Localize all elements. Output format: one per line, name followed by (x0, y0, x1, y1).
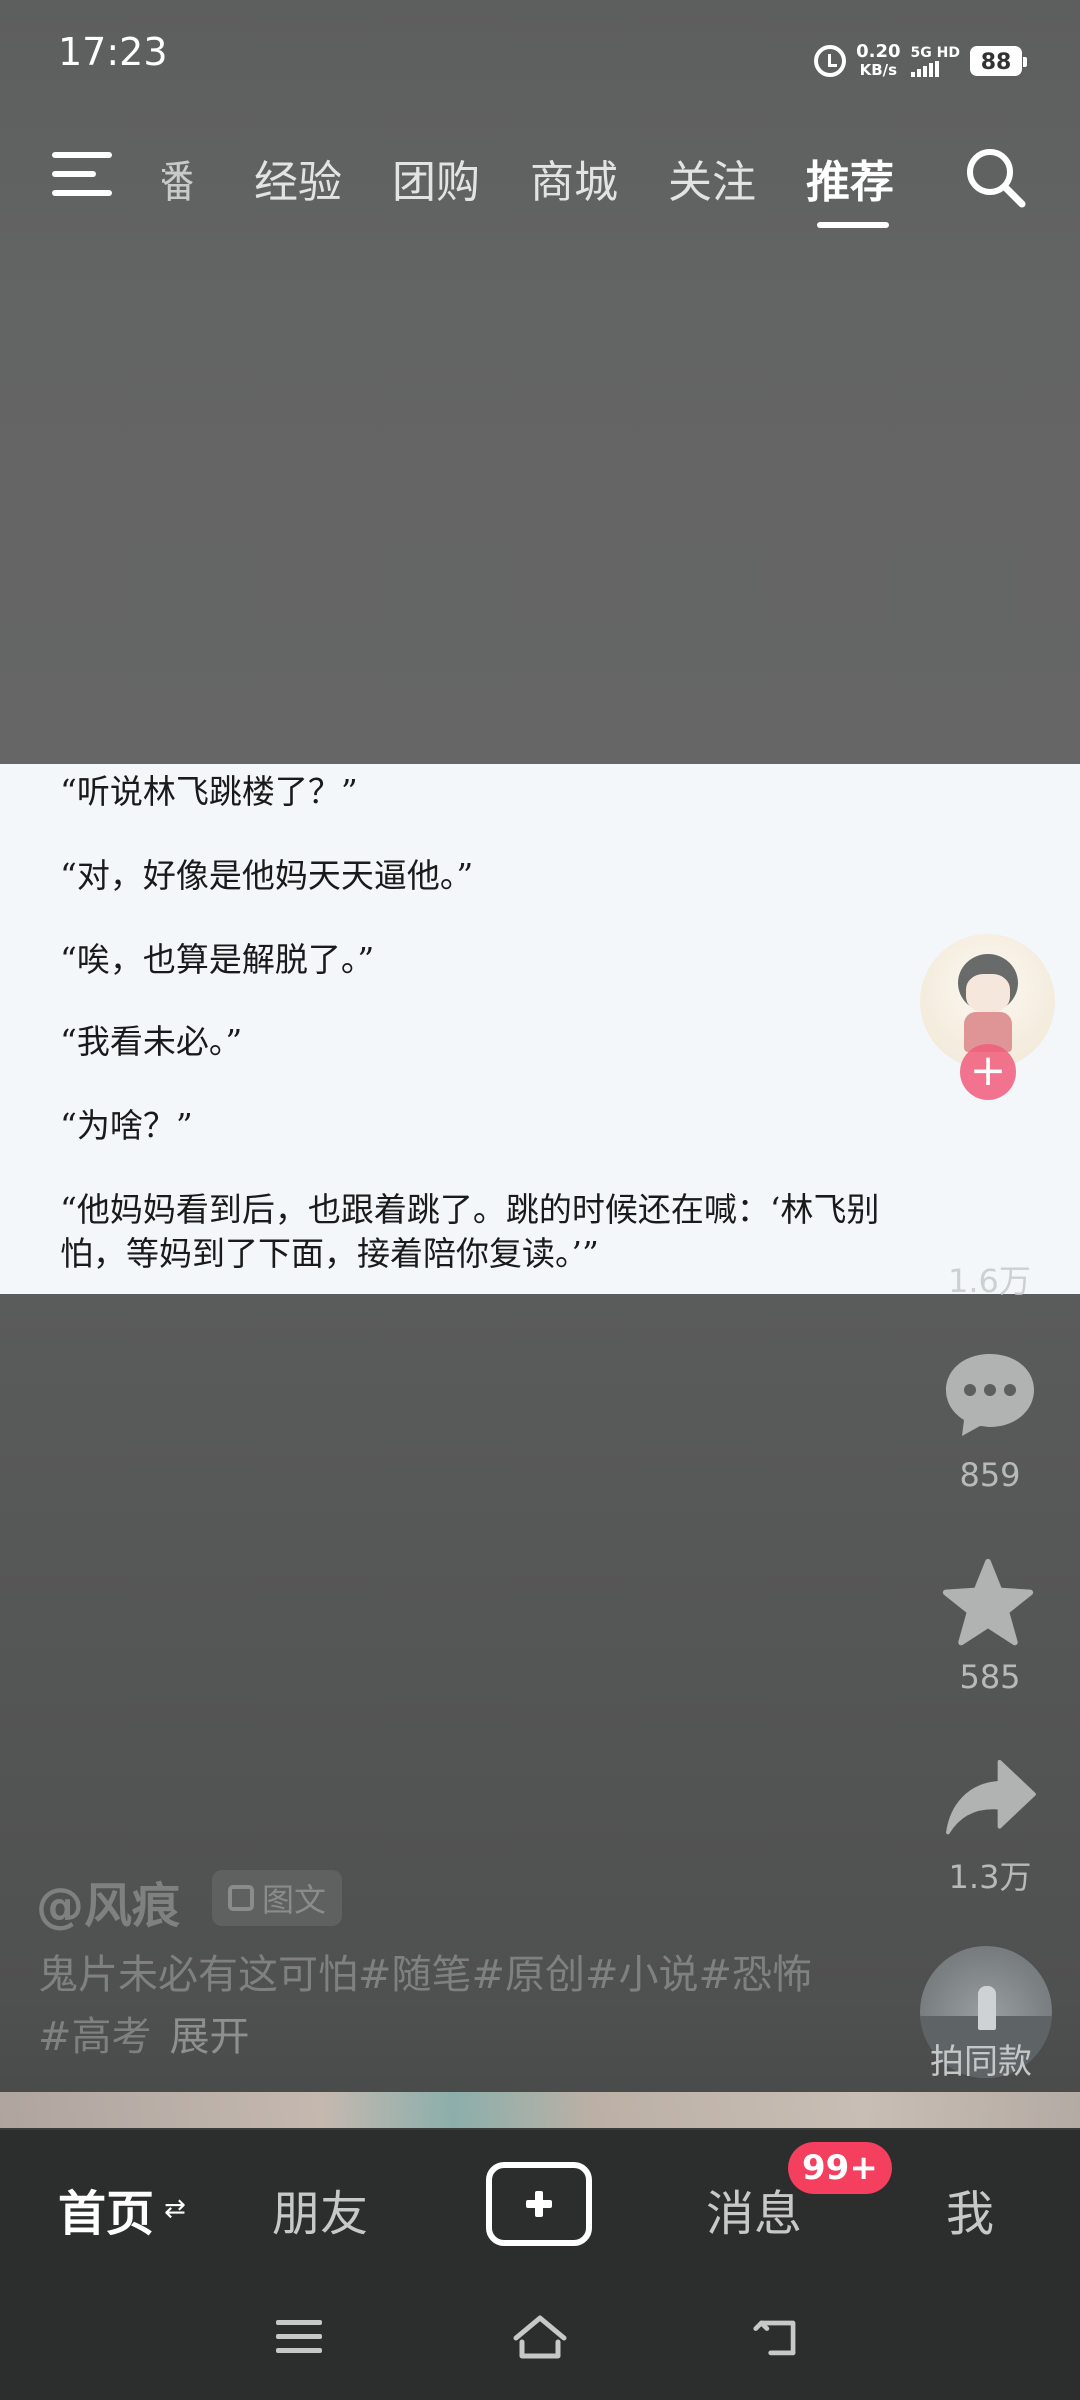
like-count: 1.6万 (948, 1262, 1031, 1300)
comment-count: 859 (959, 1456, 1021, 1494)
tab-recommend[interactable]: 推荐 (806, 146, 894, 210)
next-post-preview (0, 2092, 1080, 2128)
share-icon[interactable] (938, 1756, 1042, 1842)
home-icon[interactable] (510, 2312, 570, 2362)
network-speed: 0.20 KB/s (856, 42, 900, 80)
text-line: “唉，也算是解脱了。” (60, 940, 375, 979)
text-line: 怕，等妈到了下面，接着陪你复读。’” (60, 1234, 599, 1273)
signal-bars-icon (910, 61, 960, 77)
tab-following[interactable]: 关注 (668, 146, 756, 210)
text-line: “他妈妈看到后，也跟着跳了。跳的时候还在喊：‘林飞别 (60, 1190, 880, 1229)
switch-arrows-icon[interactable]: ⇄ (164, 2194, 186, 2224)
tab-me[interactable]: 我 (946, 2174, 994, 2244)
network-type: 5G HD (910, 45, 960, 61)
status-bar: 17:23 0.20 KB/s 5G HD 88 (0, 0, 1080, 120)
comment-icon[interactable] (940, 1350, 1040, 1440)
tab-friends[interactable]: 朋友 (272, 2174, 368, 2244)
caption-text: 鬼片未必有这可怕#随笔#原创#小说#恐怖#高考 (38, 1952, 813, 2060)
author-avatar-group[interactable]: + (920, 934, 1055, 1100)
share-count: 1.3万 (948, 1858, 1032, 1896)
image-text-icon (228, 1885, 254, 1911)
tab-live[interactable]: 播 (162, 146, 194, 210)
search-icon[interactable] (962, 144, 1028, 210)
text-line: “对，好像是他妈天天逼他。” (60, 856, 474, 895)
back-icon[interactable] (752, 2312, 808, 2362)
tab-mall[interactable]: 商城 (530, 146, 618, 210)
tab-messages[interactable]: 消息 (706, 2174, 802, 2244)
follow-button[interactable]: + (960, 1044, 1016, 1100)
system-nav-bar (0, 2272, 1080, 2400)
net-speed-value: 0.20 (856, 41, 901, 62)
recent-apps-icon[interactable] (276, 2320, 322, 2362)
post-type-label: 图文 (262, 1881, 327, 1919)
post-text-image[interactable]: “听说林飞跳楼了？” “对，好像是他妈天天逼他。” “唉，也算是解脱了。” “我… (0, 764, 1080, 1294)
post-type-badge: 图文 (212, 1870, 343, 1926)
favorite-count: 585 (959, 1658, 1021, 1696)
active-tab-indicator (817, 222, 889, 228)
text-line: “我看未必。” (60, 1022, 243, 1061)
top-nav: 播 经验 团购 商城 关注 推荐 (0, 140, 1080, 240)
expand-link[interactable]: 展开 (170, 2014, 250, 2060)
tab-experience[interactable]: 经验 (254, 146, 342, 210)
status-time: 17:23 (58, 30, 168, 74)
same-style-label[interactable]: 拍同款 (930, 2034, 1032, 2083)
menu-icon[interactable] (52, 152, 112, 202)
text-line: “为啥？” (60, 1106, 193, 1145)
network-signal: 5G HD (910, 45, 960, 77)
bottom-tab-bar: 首页 ⇄ 朋友 消息 99+ 我 (0, 2128, 1080, 2274)
post-caption[interactable]: 鬼片未必有这可怕#随笔#原创#小说#恐怖#高考 展开 (38, 1944, 818, 2068)
create-post-button[interactable] (486, 2162, 592, 2246)
battery-icon: 88 (970, 46, 1027, 76)
net-speed-unit: KB/s (859, 61, 898, 79)
tab-home[interactable]: 首页 (58, 2174, 154, 2244)
alarm-icon (814, 45, 847, 77)
star-icon[interactable] (938, 1556, 1038, 1652)
text-line: “听说林飞跳楼了？” (60, 772, 358, 811)
message-badge: 99+ (788, 2142, 892, 2194)
author-name[interactable]: @风痕 (36, 1866, 180, 1936)
status-icons: 0.20 KB/s 5G HD 88 (814, 38, 1027, 84)
tab-group-buy[interactable]: 团购 (392, 146, 480, 210)
